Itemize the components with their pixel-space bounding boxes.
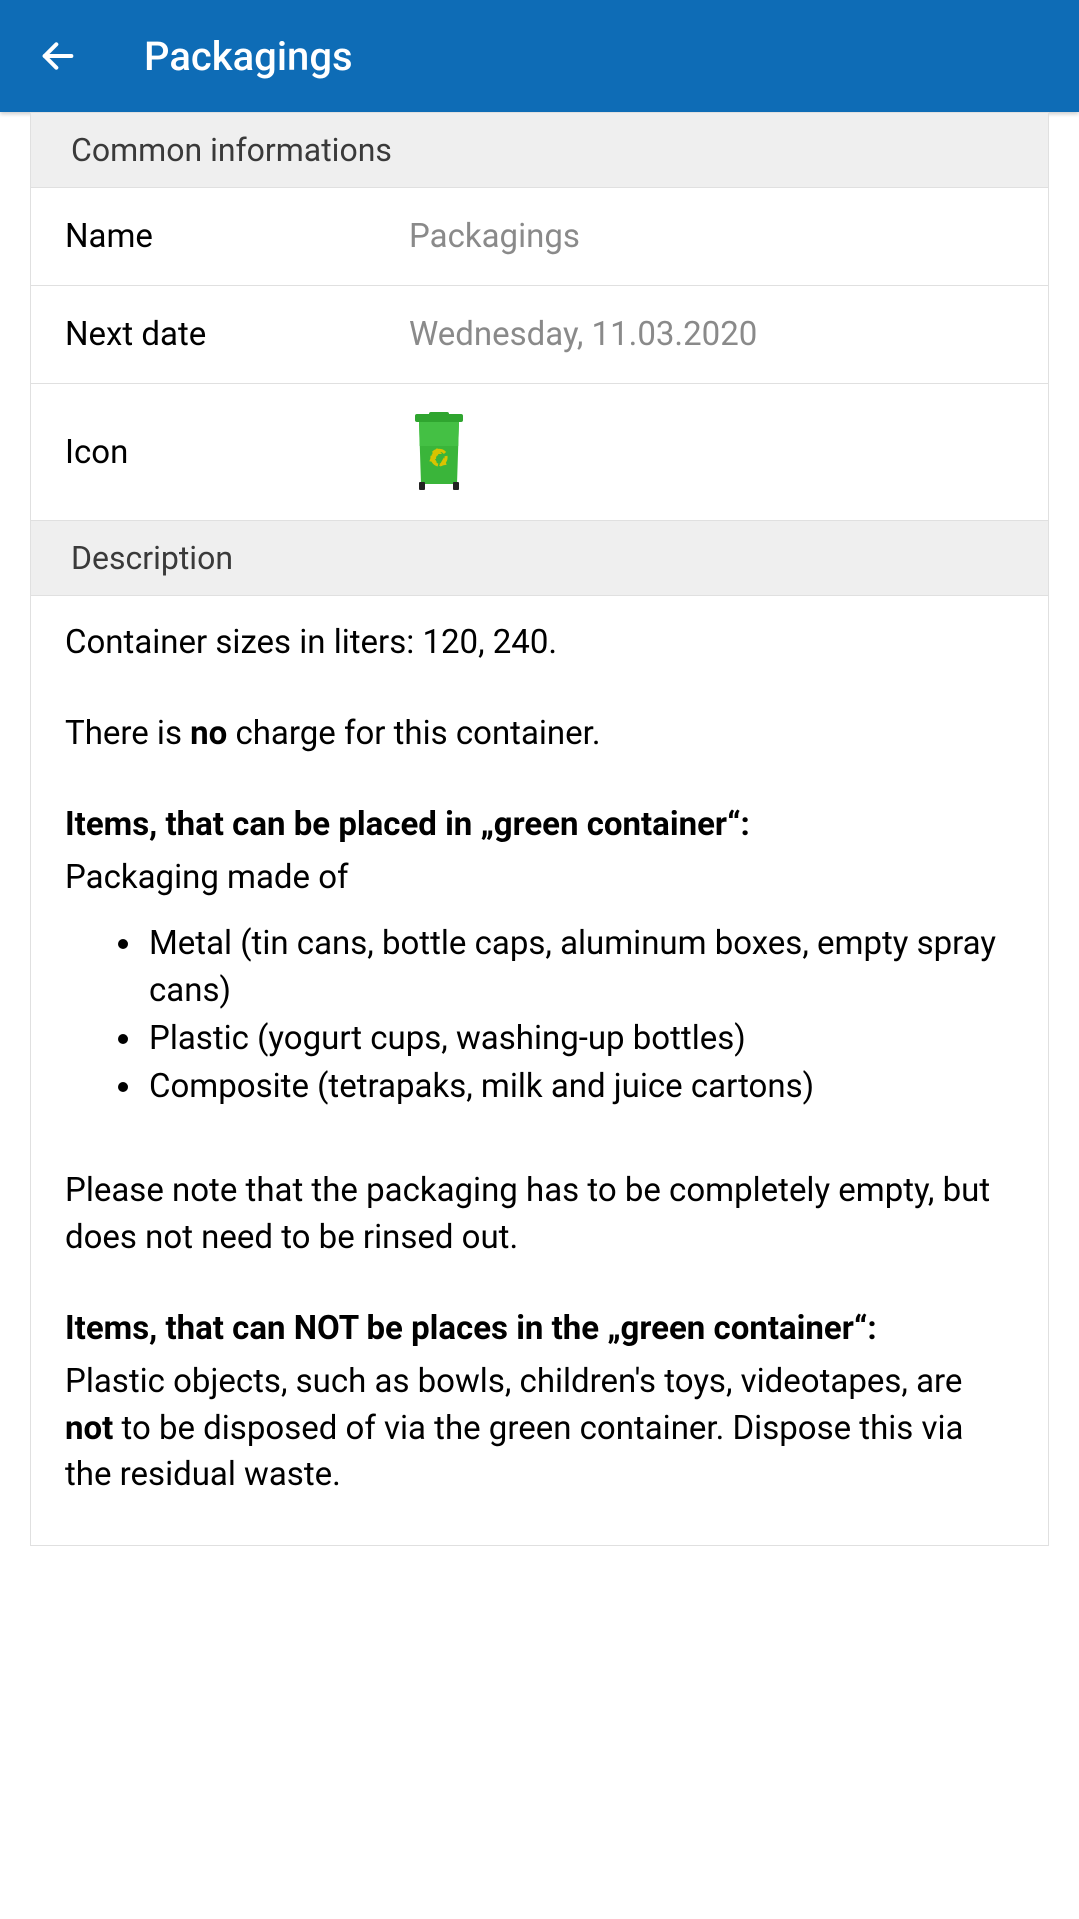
section-description-header: Description xyxy=(31,521,1048,596)
page-title: Packagings xyxy=(144,33,353,80)
info-card: Common informations Name Packagings Next… xyxy=(30,112,1049,1546)
list-item: Plastic (yogurt cups, washing-up bottles… xyxy=(145,1016,1014,1062)
name-value: Packagings xyxy=(409,217,580,256)
app-header: Packagings xyxy=(0,0,1079,112)
next-date-label: Next date xyxy=(65,315,409,354)
desc-can-list: Metal (tin cans, bottle caps, aluminum b… xyxy=(65,921,1014,1110)
recycling-bin-icon xyxy=(409,412,469,492)
section-common-header: Common informations xyxy=(31,113,1048,188)
row-next-date[interactable]: Next date Wednesday, 11.03.2020 xyxy=(31,286,1048,384)
desc-note: Please note that the packaging has to be… xyxy=(65,1168,1014,1262)
desc-cannot-heading: Items, that can NOT be places in the „gr… xyxy=(65,1306,1014,1353)
icon-label: Icon xyxy=(65,433,409,472)
desc-charge: There is no charge for this container. xyxy=(65,711,1014,758)
icon-value xyxy=(409,412,469,492)
desc-can-intro: Packaging made of xyxy=(65,855,1014,902)
back-button[interactable] xyxy=(36,34,80,78)
row-name[interactable]: Name Packagings xyxy=(31,188,1048,286)
description-body: Container sizes in liters: 120, 240. The… xyxy=(31,596,1048,1545)
desc-can-heading: Items, that can be placed in „green cont… xyxy=(65,802,1014,849)
arrow-left-icon xyxy=(38,36,78,76)
list-item: Metal (tin cans, bottle caps, aluminum b… xyxy=(145,921,1014,1013)
name-label: Name xyxy=(65,217,409,256)
desc-cannot-text: Plastic objects, such as bowls, children… xyxy=(65,1359,1014,1500)
desc-sizes: Container sizes in liters: 120, 240. xyxy=(65,620,1014,667)
row-icon[interactable]: Icon xyxy=(31,384,1048,521)
list-item: Composite (tetrapaks, milk and juice car… xyxy=(145,1064,1014,1110)
next-date-value: Wednesday, 11.03.2020 xyxy=(409,315,757,354)
